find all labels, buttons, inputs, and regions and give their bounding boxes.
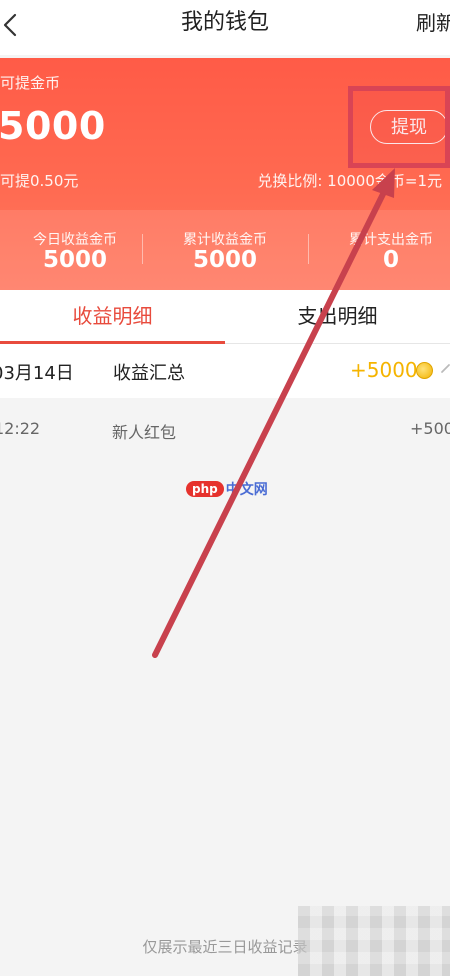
pixelated-watermark [298,906,450,976]
annotation-highlight-box [348,86,450,168]
stat-divider [308,234,309,264]
watermark-php-text: php [186,480,224,497]
page-title: 我的钱包 [180,10,269,35]
stat-label: 今日收益金币 [33,232,117,248]
stat-value: 5000 [42,247,107,273]
income-summary-row[interactable]: 03月14日 收益汇总 +5000 [0,344,450,398]
php-watermark-logo: php 中文网 [186,478,268,500]
record-amount: +5000 [410,419,450,438]
stat-value: 0 [382,247,399,273]
top-nav-bar: 我的钱包 刷新 [0,0,450,55]
record-time: 12:22 [0,419,41,438]
summary-date: 03月14日 [0,363,74,384]
stat-total-expense: 累计支出金币 0 [316,210,450,290]
stat-label: 累计收益金币 [183,232,267,248]
coin-stats-row: 今日收益金币 5000 累计收益金币 5000 累计支出金币 0 [0,210,450,290]
stat-today-income: 今日收益金币 5000 [0,210,150,290]
detail-tabs: 收益明细 支出明细 [0,290,450,344]
withdrawable-coins-label: 可提金币 [0,74,61,92]
refresh-button[interactable]: 刷新 [416,0,450,46]
tab-expense-details[interactable]: 支出明细 [225,290,450,344]
list-item: 12:22 新人红包 +5000 [0,398,450,460]
tab-income-details[interactable]: 收益明细 [0,290,225,344]
stat-divider [142,234,143,264]
coin-icon [416,362,433,379]
stat-total-income: 累计收益金币 5000 [150,210,300,290]
watermark-cn-text: 中文网 [225,481,268,498]
summary-amount: +5000 [350,358,418,382]
exchange-rate-text: 兑换比例: 10000金币=1元 [257,172,442,190]
chevron-up-icon[interactable] [440,360,450,380]
withdrawable-cash-text: 可提0.50元 [0,172,79,190]
stat-value: 5000 [192,247,257,273]
withdrawable-coins-amount: 5000 [0,104,106,148]
stat-label: 累计支出金币 [349,232,433,248]
record-title: 新人红包 [112,423,177,442]
summary-title: 收益汇总 [113,363,185,384]
